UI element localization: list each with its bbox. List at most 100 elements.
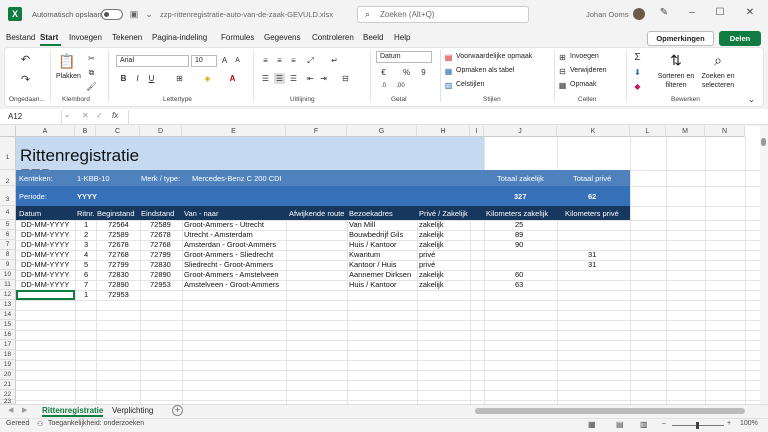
data-cell[interactable]: 72678 xyxy=(108,240,129,250)
decrease-decimal-icon[interactable]: .00 xyxy=(395,81,406,92)
font-shrink-icon[interactable]: A xyxy=(232,55,243,66)
row-header[interactable]: 15 xyxy=(0,320,16,330)
column-header[interactable]: L xyxy=(630,126,666,137)
autosave-toggle[interactable] xyxy=(101,9,123,20)
comments-button[interactable]: Opmerkingen xyxy=(647,31,714,46)
search-box[interactable]: ⌕ Zoeken (Alt+Q) xyxy=(357,6,529,23)
data-cell[interactable]: 72799 xyxy=(108,260,129,270)
number-format-select[interactable]: Datum xyxy=(376,51,432,63)
format-cells-button[interactable]: Opmaak xyxy=(570,81,596,88)
paste-button[interactable]: Plakken xyxy=(56,73,81,80)
comma-icon[interactable]: 9 xyxy=(418,67,429,78)
orientation-icon[interactable]: ⤢ xyxy=(305,55,316,66)
data-cell[interactable]: 90 xyxy=(515,240,523,250)
data-cell[interactable]: zakelijk xyxy=(419,230,444,240)
align-center-icon[interactable]: ☰ xyxy=(274,73,285,84)
data-cell[interactable]: zakelijk xyxy=(419,280,444,290)
tab-bestand[interactable]: Bestand xyxy=(6,33,35,42)
row-header[interactable]: 8 xyxy=(0,250,16,260)
data-cell[interactable]: Kwantum xyxy=(349,250,380,260)
column-header[interactable]: I xyxy=(470,126,484,137)
prev-sheet-icon[interactable]: ◀ xyxy=(8,406,13,414)
function-icon[interactable]: fx xyxy=(112,111,118,120)
italic-icon[interactable]: I xyxy=(132,73,143,84)
indent-decrease-icon[interactable]: ⇤ xyxy=(305,73,316,84)
tab-gegevens[interactable]: Gegevens xyxy=(264,33,300,42)
data-cell[interactable]: 4 xyxy=(84,250,88,260)
data-cell[interactable]: zakelijk xyxy=(419,270,444,280)
data-cell[interactable]: DD-MM-YYYY xyxy=(21,240,69,250)
borders-icon[interactable]: ⊞ xyxy=(174,73,185,84)
row-header[interactable]: 2 xyxy=(0,170,16,186)
merge-center-icon[interactable]: ⊟ xyxy=(340,73,351,84)
paste-icon[interactable]: 📋 xyxy=(58,52,76,70)
tab-tekenen[interactable]: Tekenen xyxy=(112,33,142,42)
font-grow-icon[interactable]: A xyxy=(219,55,230,66)
currency-icon[interactable]: € xyxy=(378,67,389,78)
copy-icon[interactable]: ⧉ xyxy=(86,67,97,78)
undo-icon[interactable]: ↶ xyxy=(20,55,31,66)
fill-icon[interactable]: ⬇ xyxy=(632,67,643,78)
format-painter-icon[interactable]: 🖌 xyxy=(86,81,97,92)
data-cell[interactable]: 7 xyxy=(84,280,88,290)
column-header[interactable]: A xyxy=(16,126,75,137)
clear-icon[interactable]: ◆ xyxy=(632,81,643,92)
row-header[interactable]: 13 xyxy=(0,300,16,310)
pen-icon[interactable]: ✎ xyxy=(656,7,672,18)
align-middle-icon[interactable]: ≡ xyxy=(274,55,285,66)
data-cell[interactable]: DD-MM-YYYY xyxy=(21,280,69,290)
data-cell[interactable]: 31 xyxy=(588,260,596,270)
row-header[interactable]: 17 xyxy=(0,340,16,350)
page-layout-icon[interactable]: ▤ xyxy=(616,420,624,429)
row-header[interactable]: 12 xyxy=(0,290,16,300)
data-cell[interactable]: 72678 xyxy=(150,230,171,240)
collapse-ribbon-icon[interactable]: ⌄ xyxy=(746,94,757,105)
data-cell[interactable]: 1 xyxy=(84,220,88,230)
wrap-text-icon[interactable]: ↵ xyxy=(329,55,340,66)
data-cell[interactable]: 72830 xyxy=(150,260,171,270)
data-cell[interactable]: Van Mill xyxy=(349,220,375,230)
insert-cells-button[interactable]: Invoegen xyxy=(570,53,599,60)
format-as-table-button[interactable]: Opmaken als tabel xyxy=(456,67,514,74)
fill-color-icon[interactable]: ◈ xyxy=(202,73,213,84)
align-right-icon[interactable]: ☰ xyxy=(288,73,299,84)
row-header[interactable]: 16 xyxy=(0,330,16,340)
row-header[interactable]: 4 xyxy=(0,206,16,220)
close-icon[interactable]: ✕ xyxy=(742,7,758,18)
row-header[interactable]: 21 xyxy=(0,380,16,390)
tab-start[interactable]: Start xyxy=(40,33,58,42)
font-name-select[interactable]: Arial xyxy=(116,55,189,67)
row-header[interactable]: 18 xyxy=(0,350,16,360)
data-cell[interactable]: 72564 xyxy=(108,220,129,230)
vertical-scroll-thumb[interactable] xyxy=(761,138,766,146)
data-cell[interactable]: Utrecht - Amsterdam xyxy=(184,230,253,240)
data-cell[interactable]: Huis / Kantoor xyxy=(349,240,397,250)
data-cell[interactable]: Groot-Ammers - Amstelveen xyxy=(184,270,279,280)
sheet-tab-rittenregistratie[interactable]: Rittenregistratie xyxy=(42,406,104,417)
share-button[interactable]: Delen xyxy=(719,31,761,46)
column-header[interactable]: M xyxy=(666,126,705,137)
find-select-button[interactable]: Zoeken en selecteren xyxy=(696,72,740,90)
column-header[interactable]: J xyxy=(484,126,557,137)
autosum-icon[interactable]: Σ xyxy=(632,52,643,63)
row-header[interactable]: 7 xyxy=(0,240,16,250)
indent-increase-icon[interactable]: ⇥ xyxy=(318,73,329,84)
confirm-entry-icon[interactable]: ✓ xyxy=(96,111,103,120)
cell-styles-button[interactable]: Celstijlen xyxy=(456,81,484,88)
data-cell[interactable]: Aannemer Dirksen xyxy=(349,270,411,280)
data-cell[interactable]: 3 xyxy=(84,240,88,250)
data-cell[interactable]: 89 xyxy=(515,230,523,240)
tab-pagina-indeling[interactable]: Pagina-indeling xyxy=(152,33,207,42)
row-header[interactable]: 14 xyxy=(0,310,16,320)
tab-help[interactable]: Help xyxy=(394,33,410,42)
data-cell[interactable]: privé xyxy=(419,250,435,260)
column-header[interactable]: G xyxy=(347,126,417,137)
data-cell[interactable]: 72953 xyxy=(150,280,171,290)
name-box-dropdown-icon[interactable]: ⌄ xyxy=(64,111,70,119)
cut-icon[interactable]: ✂ xyxy=(86,53,97,64)
data-cell[interactable]: DD-MM-YYYY xyxy=(21,260,69,270)
normal-view-icon[interactable]: ▦ xyxy=(588,420,596,429)
formula-input[interactable] xyxy=(128,110,748,124)
row-header[interactable]: 1 xyxy=(0,137,16,170)
zoom-in-icon[interactable]: + xyxy=(727,420,731,427)
